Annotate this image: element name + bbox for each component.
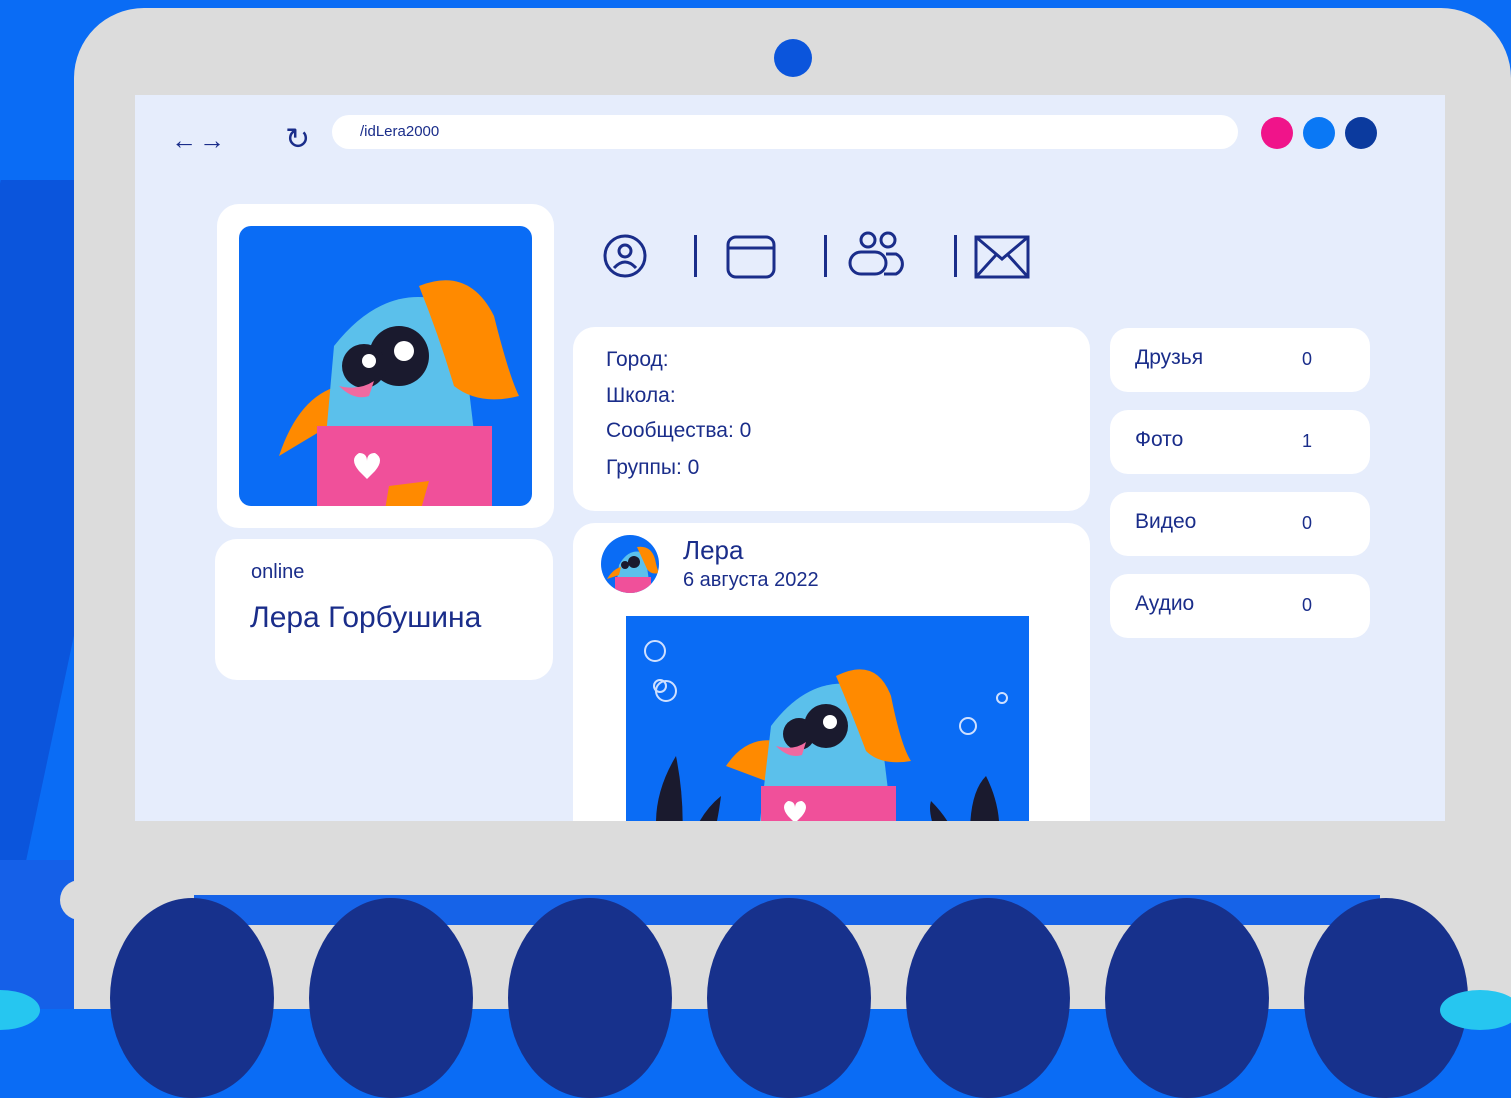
window-dot-pink[interactable]: [1261, 117, 1293, 149]
city-field: Город:: [606, 348, 669, 371]
stat-audio[interactable]: Аудио 0: [1110, 574, 1370, 638]
post-author[interactable]: Лера: [683, 535, 743, 566]
laptop-hinge: [60, 880, 100, 920]
key-bump: [508, 898, 672, 1098]
profile-nav: [600, 225, 1040, 285]
groups-field: Группы: 0: [606, 456, 700, 479]
stat-label: Аудио: [1135, 592, 1195, 615]
back-forward-icon[interactable]: ←→: [171, 125, 227, 156]
webcam: [774, 39, 812, 77]
post-author-avatar[interactable]: [601, 535, 659, 593]
key-bump: [110, 898, 274, 1098]
stat-video[interactable]: Видео 0: [1110, 492, 1370, 556]
stat-value: 0: [1302, 513, 1313, 533]
post-image[interactable]: [626, 616, 1029, 821]
profile-photo[interactable]: [239, 226, 532, 506]
key-bump: [906, 898, 1070, 1098]
online-status: online: [251, 561, 305, 583]
key-bump: [309, 898, 473, 1098]
stat-label: Видео: [1135, 510, 1197, 533]
key-bump: [707, 898, 871, 1098]
stat-label: Друзья: [1135, 346, 1204, 369]
profile-name: Лера Горбушина: [250, 601, 482, 634]
reload-icon[interactable]: ↻: [285, 122, 310, 157]
key-bump: [1304, 898, 1468, 1098]
post-card: Лера 6 августа 2022: [573, 523, 1090, 821]
window-icon[interactable]: [726, 235, 776, 284]
divider: [824, 235, 827, 277]
post-date: 6 августа 2022: [683, 569, 819, 591]
mail-icon[interactable]: [974, 235, 1030, 284]
decor-cyan: [1440, 990, 1511, 1030]
profile-name-card: online Лера Горбушина: [215, 539, 553, 680]
laptop-frame: ←→ ↻ /idLera2000 online Лера Горбушина Г…: [74, 8, 1511, 1009]
stat-friends[interactable]: Друзья 0: [1110, 328, 1370, 392]
friends-icon[interactable]: [846, 230, 910, 285]
divider: [694, 235, 697, 277]
window-dot-blue[interactable]: [1303, 117, 1335, 149]
key-bump: [1105, 898, 1269, 1098]
profile-photo-card: [217, 204, 554, 528]
user-icon[interactable]: [602, 233, 648, 284]
address-bar[interactable]: /idLera2000: [332, 115, 1238, 149]
school-field: Школа:: [606, 384, 676, 407]
communities-field: Сообщества: 0: [606, 419, 752, 442]
divider: [954, 235, 957, 277]
stat-value: 0: [1302, 349, 1313, 369]
url-text: /idLera2000: [360, 123, 440, 140]
window-dot-navy[interactable]: [1345, 117, 1377, 149]
stat-label: Фото: [1135, 428, 1184, 451]
browser-window: ←→ ↻ /idLera2000 online Лера Горбушина Г…: [135, 95, 1445, 821]
stat-value: 0: [1302, 595, 1313, 615]
profile-info-card: Город: Школа: Сообщества: 0 Группы: 0: [573, 327, 1090, 511]
stat-photo[interactable]: Фото 1: [1110, 410, 1370, 474]
stat-value: 1: [1302, 431, 1313, 451]
